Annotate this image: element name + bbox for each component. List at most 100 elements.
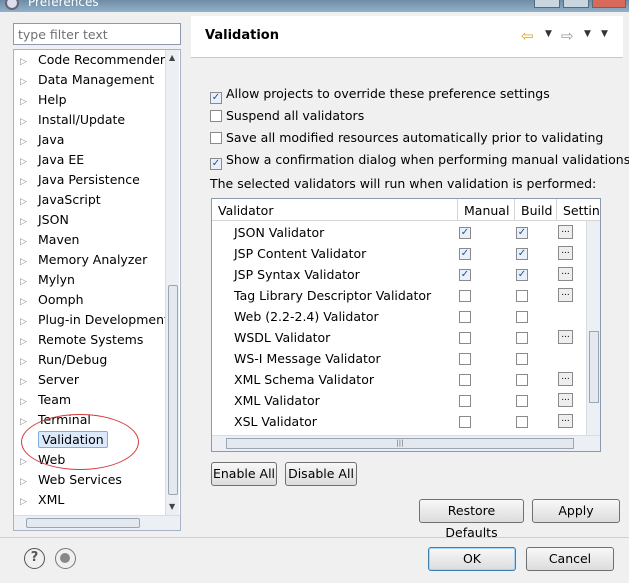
apply-button[interactable]: Apply — [532, 499, 620, 523]
table-row[interactable]: Web (2.2-2.4) Validator — [212, 307, 588, 328]
expand-arrow-icon[interactable]: ▷ — [20, 457, 38, 467]
settings-button[interactable]: ... — [558, 267, 573, 281]
option-checkbox[interactable]: ✓ Allow projects to override these prefer… — [210, 86, 550, 104]
col-settings[interactable]: Setting — [563, 203, 600, 218]
tree-item[interactable]: ▷ JSON — [20, 212, 69, 231]
table-row[interactable]: JSP Content Validator ✓ ✓... — [212, 244, 588, 265]
expand-arrow-icon[interactable]: ▷ — [20, 197, 38, 207]
build-checkbox[interactable] — [516, 395, 528, 407]
tree-item[interactable]: ▷ Team — [20, 392, 71, 411]
tree-item[interactable]: ▷ XML — [20, 492, 64, 511]
option-checkbox[interactable]: Save all modified resources automaticall… — [210, 130, 603, 148]
checkbox-unchecked[interactable] — [210, 110, 222, 122]
table-row[interactable]: XML Schema Validator... — [212, 370, 588, 391]
manual-checkbox[interactable]: ✓ — [459, 227, 471, 239]
scroll-thumb[interactable] — [168, 285, 178, 495]
manual-checkbox[interactable] — [459, 353, 471, 365]
expand-arrow-icon[interactable]: ▷ — [20, 297, 38, 307]
table-row[interactable]: WS-I Message Validator — [212, 349, 588, 370]
expand-arrow-icon[interactable]: ▷ — [20, 497, 38, 507]
manual-checkbox[interactable] — [459, 290, 471, 302]
ok-button[interactable]: OK — [428, 547, 516, 571]
expand-arrow-icon[interactable]: ▷ — [20, 377, 38, 387]
tree-vertical-scrollbar[interactable]: ▲ ▼ — [165, 50, 179, 515]
tree-item[interactable]: ▷ Data Management — [20, 72, 154, 91]
col-build[interactable]: Build — [521, 203, 552, 218]
tree-item[interactable]: ▷ Code Recommenders — [20, 52, 172, 71]
manual-checkbox[interactable] — [459, 395, 471, 407]
expand-arrow-icon[interactable]: ▷ — [20, 177, 38, 187]
tree-item[interactable]: ▷ Run/Debug — [20, 352, 107, 371]
settings-button[interactable]: ... — [558, 225, 573, 239]
build-checkbox[interactable] — [516, 332, 528, 344]
disable-all-button[interactable]: Disable All — [285, 462, 357, 486]
tree-horizontal-scrollbar[interactable] — [14, 515, 180, 530]
settings-button[interactable]: ... — [558, 372, 573, 386]
tree-item[interactable]: ▷ Java Persistence — [20, 172, 140, 191]
table-row[interactable]: JSP Syntax Validator ✓ ✓... — [212, 265, 588, 286]
expand-arrow-icon[interactable]: ▷ — [20, 337, 38, 347]
tree-item[interactable]: ▷ Mylyn — [20, 272, 75, 291]
build-checkbox[interactable] — [516, 290, 528, 302]
help-icon[interactable]: ? — [24, 548, 45, 569]
scroll-thumb[interactable] — [589, 331, 599, 403]
tree-item[interactable]: ▷ Oomph — [20, 292, 84, 311]
manual-checkbox[interactable] — [459, 416, 471, 428]
build-checkbox[interactable]: ✓ — [516, 269, 528, 281]
table-row[interactable]: WSDL Validator... — [212, 328, 588, 349]
filter-input[interactable]: type filter text — [13, 23, 181, 45]
scroll-thumb[interactable]: ||| — [226, 438, 574, 449]
expand-arrow-icon[interactable]: ▷ — [20, 117, 38, 127]
forward-arrow-icon[interactable]: ⇨ — [561, 27, 574, 45]
restore-defaults-button[interactable]: Restore Defaults — [419, 499, 524, 540]
forward-dropdown-icon[interactable]: ▼ — [584, 29, 591, 39]
expand-arrow-icon[interactable]: ▷ — [20, 417, 38, 427]
settings-button[interactable]: ... — [558, 414, 573, 428]
preference-tree[interactable]: ▷ XML ▷ Web Services ▷ Web Validation ▷ Terminal… — [13, 49, 181, 531]
table-row[interactable]: JSON Validator ✓ ✓... — [212, 223, 588, 244]
expand-arrow-icon[interactable]: ▷ — [20, 357, 38, 367]
table-horizontal-scrollbar[interactable]: ||| — [212, 435, 600, 451]
build-checkbox[interactable] — [516, 416, 528, 428]
option-checkbox[interactable]: ✓ Show a confirmation dialog when perform… — [210, 152, 629, 170]
settings-button[interactable]: ... — [558, 330, 573, 344]
expand-arrow-icon[interactable]: ▷ — [20, 137, 38, 147]
cancel-button[interactable]: Cancel — [526, 547, 614, 571]
option-checkbox[interactable]: Suspend all validators — [210, 108, 364, 126]
tree-item[interactable]: ▷ JavaScript — [20, 192, 101, 211]
manual-checkbox[interactable]: ✓ — [459, 269, 471, 281]
tree-item[interactable]: ▷ Help — [20, 92, 67, 111]
table-row[interactable]: Tag Library Descriptor Validator... — [212, 286, 588, 307]
tree-item[interactable]: ▷ Remote Systems — [20, 332, 143, 351]
expand-arrow-icon[interactable]: ▷ — [20, 277, 38, 287]
tree-item[interactable]: ▷ Plug-in Development — [20, 312, 169, 331]
table-vertical-scrollbar[interactable] — [586, 221, 600, 435]
manual-checkbox[interactable] — [459, 374, 471, 386]
manual-checkbox[interactable]: ✓ — [459, 248, 471, 260]
expand-arrow-icon[interactable]: ▷ — [20, 217, 38, 227]
expand-arrow-icon[interactable]: ▷ — [20, 257, 38, 267]
checkbox-checked[interactable]: ✓ — [210, 92, 222, 104]
scroll-thumb[interactable] — [26, 518, 140, 528]
tree-item[interactable]: ▷ Java EE — [20, 152, 84, 171]
build-checkbox[interactable] — [516, 311, 528, 323]
settings-button[interactable]: ... — [558, 288, 573, 302]
tree-item[interactable]: ▷ Install/Update — [20, 112, 125, 131]
tree-item[interactable]: ▷ Memory Analyzer — [20, 252, 147, 271]
close-button[interactable] — [592, 0, 626, 8]
manual-checkbox[interactable] — [459, 332, 471, 344]
maximize-button[interactable] — [563, 0, 589, 8]
expand-arrow-icon[interactable]: ▷ — [20, 317, 38, 327]
back-dropdown-icon[interactable]: ▼ — [545, 29, 552, 39]
col-manual[interactable]: Manual — [464, 203, 509, 218]
settings-button[interactable]: ... — [558, 393, 573, 407]
expand-arrow-icon[interactable]: ▷ — [20, 477, 38, 487]
checkbox-checked[interactable]: ✓ — [210, 158, 222, 170]
tree-item[interactable]: ▷ Terminal — [20, 412, 91, 431]
tree-item[interactable]: ▷ Web — [20, 452, 65, 471]
validators-table[interactable]: Validator Manual Build Setting JSON Vali… — [211, 198, 601, 452]
tree-item[interactable]: ▷ Java — [20, 132, 64, 151]
tree-item[interactable]: Validation — [20, 431, 108, 451]
manual-checkbox[interactable] — [459, 311, 471, 323]
tree-item[interactable]: ▷ Web Services — [20, 472, 122, 491]
